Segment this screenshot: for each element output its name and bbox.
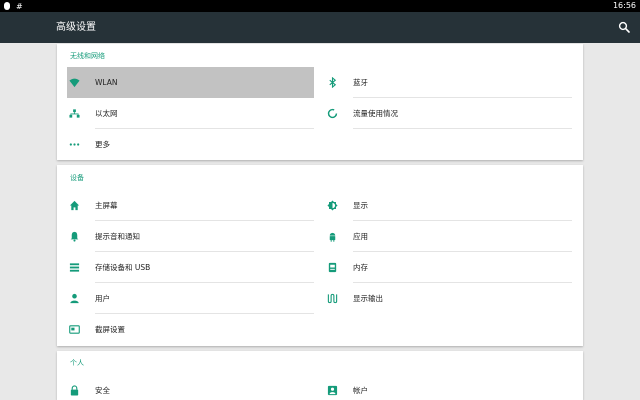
settings-item-apps[interactable]: 应用 [325, 221, 572, 252]
settings-item-label: 主屏幕 [95, 201, 118, 210]
settings-item-label: 应用 [353, 232, 368, 241]
settings-item-sound[interactable]: 提示音和通知 [67, 221, 314, 252]
notification-dot-icon [4, 2, 10, 10]
more-icon [69, 139, 80, 150]
settings-item-label: WLAN [95, 78, 118, 87]
device-section: 设备 主屏幕 显示 提示音和通知 应用 存储设备和 USB 内存 用户 显示输出… [57, 165, 583, 346]
settings-item-label: 安全 [95, 386, 110, 395]
search-icon[interactable] [618, 21, 630, 33]
personal-section: 个人 安全 帐户 [57, 351, 583, 400]
status-time: 16:56 [612, 1, 636, 10]
display-output-icon [327, 293, 338, 304]
settings-item-home[interactable]: 主屏幕 [67, 190, 314, 221]
section-title-network: 无线和网络 [70, 52, 105, 60]
wifi-icon [69, 77, 80, 88]
settings-item-label: 用户 [95, 294, 110, 303]
android-icon [327, 231, 338, 242]
ethernet-icon [69, 108, 80, 119]
settings-item-label: 提示音和通知 [95, 232, 140, 241]
app-bar: 高级设置 [0, 12, 640, 43]
settings-item-ethernet[interactable]: 以太网 [67, 98, 314, 129]
settings-item-label: 流量使用情况 [353, 109, 398, 118]
account-box-icon [327, 385, 338, 396]
section-title-device: 设备 [70, 174, 84, 182]
data-usage-icon [327, 108, 338, 119]
status-bar-left: # [4, 1, 23, 11]
bell-icon [69, 231, 80, 242]
settings-item-label: 存储设备和 USB [95, 263, 151, 272]
settings-item-label: 内存 [353, 263, 368, 272]
settings-item-label: 更多 [95, 140, 110, 149]
page-title: 高级设置 [56, 22, 96, 33]
bluetooth-icon [327, 77, 338, 88]
settings-item-accounts[interactable]: 帐户 [325, 375, 572, 400]
screenshot-icon [69, 324, 80, 335]
status-bar: # 16:56 [0, 0, 640, 12]
settings-item-screenshot[interactable]: 截屏设置 [67, 314, 314, 345]
settings-item-security[interactable]: 安全 [67, 375, 314, 400]
section-title-personal: 个人 [70, 359, 84, 367]
settings-item-display[interactable]: 显示 [325, 190, 572, 221]
settings-item-display-output[interactable]: 显示输出 [325, 283, 572, 314]
settings-item-label: 以太网 [95, 109, 118, 118]
settings-item-label: 显示输出 [353, 294, 383, 303]
settings-item-label: 截屏设置 [95, 325, 125, 334]
settings-item-users[interactable]: 用户 [67, 283, 314, 314]
settings-item-storage[interactable]: 存储设备和 USB [67, 252, 314, 283]
settings-item-wlan[interactable]: WLAN [67, 67, 314, 98]
settings-item-memory[interactable]: 内存 [325, 252, 572, 283]
person-icon [69, 293, 80, 304]
storage-icon [69, 262, 80, 273]
settings-item-label: 蓝牙 [353, 78, 368, 87]
memory-icon [327, 262, 338, 273]
settings-item-bluetooth[interactable]: 蓝牙 [325, 67, 572, 98]
lock-icon [69, 385, 80, 396]
status-symbol: # [16, 1, 23, 11]
network-section: 无线和网络 WLAN 蓝牙 以太网 流量使用情况 更多 [57, 44, 583, 160]
settings-item-data-usage[interactable]: 流量使用情况 [325, 98, 572, 129]
brightness-icon [327, 200, 338, 211]
settings-item-label: 帐户 [353, 386, 368, 395]
home-icon [69, 200, 80, 211]
settings-item-more[interactable]: 更多 [67, 129, 314, 160]
settings-item-label: 显示 [353, 201, 368, 210]
